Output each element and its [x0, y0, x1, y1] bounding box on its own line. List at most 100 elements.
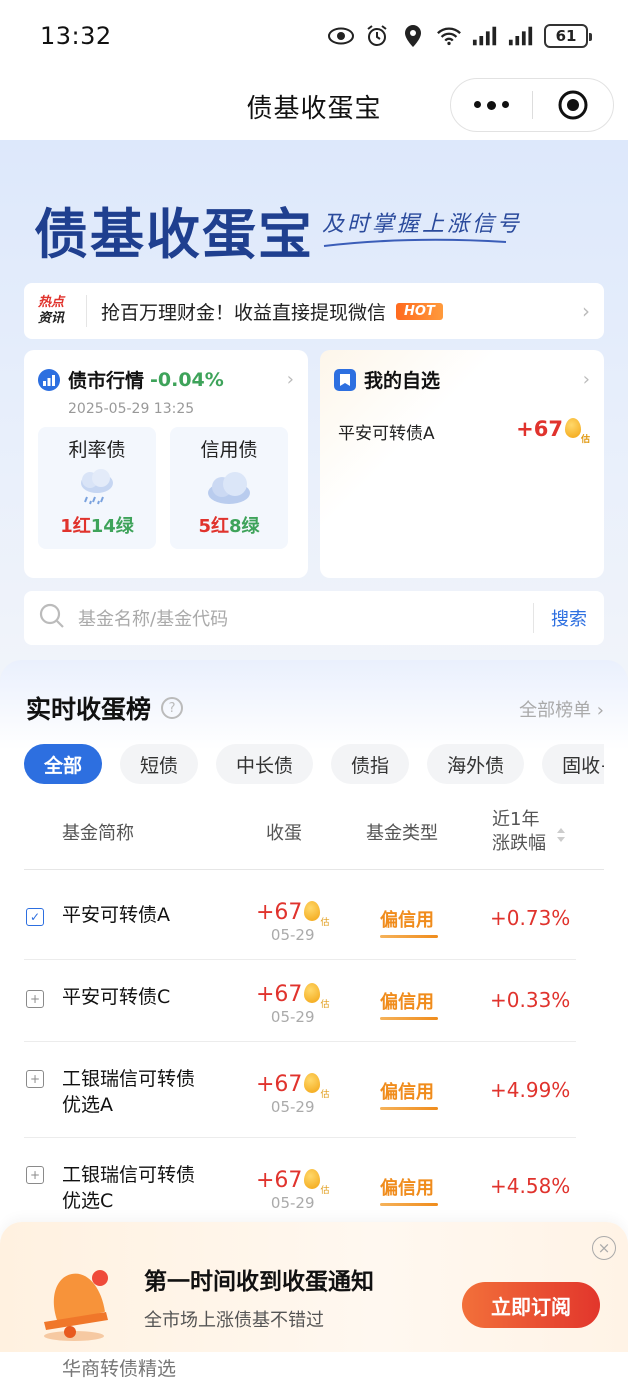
- news-divider: [86, 295, 87, 327]
- hot-news-tag: 热点 资讯: [38, 295, 78, 327]
- wifi-icon: [436, 23, 462, 49]
- bond-box-name: 利率债: [68, 439, 126, 461]
- egg-icon: [304, 901, 321, 921]
- plus-icon[interactable]: +: [26, 990, 44, 1008]
- favorite-item[interactable]: 平安可转债A +67 估: [320, 393, 604, 445]
- close-icon[interactable]: ×: [592, 1236, 616, 1260]
- egg-value: +67: [256, 900, 303, 925]
- news-tag-line1: 热点: [38, 295, 65, 310]
- change-percent: +0.73%: [490, 906, 571, 930]
- green-count: 14绿: [90, 516, 134, 537]
- news-text: 抢百万理财金！收益直接提现微信: [101, 301, 387, 324]
- fund-type: 偏信用: [380, 988, 438, 1020]
- bond-box-name: 信用债: [200, 439, 258, 461]
- table-row[interactable]: ✓ 平安可转债A +67 估 05-29 偏信用 +0.73%: [24, 878, 576, 960]
- fund-type: 偏信用: [380, 906, 438, 938]
- tab-fixed-income-plus[interactable]: 固收+: [542, 744, 604, 784]
- table-row[interactable]: + 平安可转债C +67 估 05-29 偏信用 +0.33%: [24, 960, 576, 1042]
- column-name: 基金简称: [62, 823, 134, 844]
- banner-title: 第一时间收到收蛋通知: [144, 1269, 374, 1295]
- table-row[interactable]: + 工银瑞信可转债优选A +67 估 05-29 偏信用 +4.99%: [24, 1042, 576, 1138]
- all-rankings-label: 全部榜单: [519, 700, 592, 721]
- eye-icon: [328, 23, 354, 49]
- fund-name: 华商转债精选: [62, 1358, 177, 1380]
- ranking-title: 实时收蛋榜: [26, 695, 152, 724]
- sort-icon[interactable]: [556, 826, 566, 844]
- estimate-mark: 估: [320, 1186, 330, 1196]
- red-count: 5红: [198, 516, 229, 537]
- egg-value: +67: [516, 417, 563, 441]
- egg-value: +67: [256, 1072, 303, 1097]
- checkbox-checked-icon[interactable]: ✓: [26, 908, 44, 926]
- plus-icon[interactable]: +: [26, 1070, 44, 1088]
- table-row-partial[interactable]: 华商转债精选: [0, 1352, 628, 1380]
- egg-cell: +67 估 05-29: [256, 1168, 329, 1212]
- chevron-right-icon: ›: [286, 369, 294, 390]
- hot-badge: HOT: [396, 302, 443, 320]
- egg-icon: [304, 1169, 321, 1189]
- egg-date: 05-29: [270, 1194, 315, 1212]
- fund-type: 偏信用: [380, 1078, 438, 1110]
- egg-cell: +67 估 05-29: [256, 982, 329, 1026]
- nav-bar: 债基收蛋宝: [0, 72, 628, 140]
- column-egg[interactable]: 收蛋: [266, 822, 302, 846]
- status-icons: 61: [328, 23, 592, 49]
- plus-icon[interactable]: +: [26, 1166, 44, 1184]
- egg-cell: +67 估 05-29: [256, 1072, 329, 1116]
- tab-overseas-bond[interactable]: 海外债: [427, 744, 525, 784]
- chart-icon: [38, 368, 60, 391]
- help-icon[interactable]: ?: [161, 697, 184, 719]
- egg-value: +67: [256, 982, 303, 1007]
- tab-short-bond[interactable]: 短债: [120, 744, 199, 784]
- column-change[interactable]: 近1年 涨跌幅: [492, 808, 546, 856]
- tab-bond-index[interactable]: 债指: [331, 744, 410, 784]
- rain-cloud-icon: [38, 462, 156, 512]
- news-tag-line2: 资讯: [38, 311, 65, 326]
- bond-market-card[interactable]: 债市行情 -0.04% › 2025-05-29 13:25 利率债 1红14绿…: [24, 350, 308, 578]
- signal-icon: [472, 23, 498, 49]
- favorites-card[interactable]: 我的自选 › 平安可转债A +67 估: [320, 350, 604, 578]
- news-bar[interactable]: 热点 资讯 抢百万理财金！收益直接提现微信 HOT ›: [24, 283, 604, 339]
- bookmark-icon: [334, 368, 356, 391]
- estimate-mark: 估: [580, 435, 590, 445]
- subscribe-banner: 第一时间收到收蛋通知 全市场上涨债基不错过 立即订阅 ×: [0, 1222, 628, 1352]
- close-miniprogram-icon[interactable]: [533, 89, 614, 121]
- egg-cell: +67 估 05-29: [256, 900, 329, 944]
- market-change: -0.04%: [150, 368, 224, 391]
- all-rankings-link[interactable]: 全部榜单 ›: [519, 696, 604, 722]
- category-tabs: 全部 短债 中长债 债指 海外债 固收+: [24, 744, 604, 784]
- change-percent: +4.99%: [490, 1078, 571, 1102]
- egg-date: 05-29: [270, 1008, 315, 1026]
- search-input[interactable]: 基金名称/基金代码: [78, 605, 228, 631]
- hero-logo: 债基收蛋宝: [34, 203, 314, 266]
- egg-icon: [564, 418, 581, 438]
- search-button[interactable]: 搜索: [534, 605, 604, 631]
- egg-icon: [304, 1073, 321, 1093]
- column-change-line2: 涨跌幅: [492, 833, 546, 854]
- miniprogram-capsule: [450, 78, 614, 132]
- battery-indicator: 61: [544, 24, 592, 48]
- market-time: 2025-05-29 13:25: [68, 401, 195, 417]
- egg-date: 05-29: [270, 1098, 315, 1116]
- subscribe-button[interactable]: 立即订阅: [462, 1282, 600, 1328]
- tab-mid-long-bond[interactable]: 中长债: [216, 744, 314, 784]
- tab-all[interactable]: 全部: [24, 744, 103, 784]
- banner-subtitle: 全市场上涨债基不错过: [144, 1310, 324, 1331]
- more-icon[interactable]: [451, 100, 532, 110]
- search-bar: 基金名称/基金代码 搜索: [24, 591, 604, 645]
- credit-bond-box[interactable]: 信用债 5红8绿: [170, 427, 288, 549]
- estimate-mark: 估: [320, 1090, 330, 1100]
- page-title: 债基收蛋宝: [246, 93, 382, 124]
- cloud-icon: [170, 462, 288, 512]
- favorite-name: 平安可转债A: [338, 423, 435, 444]
- change-percent: +0.33%: [490, 988, 571, 1012]
- slogan-underline: [323, 238, 507, 247]
- egg-value: +67: [256, 1168, 303, 1193]
- signal-icon-2: [508, 23, 534, 49]
- table-row[interactable]: + 工银瑞信可转债优选C +67 估 05-29 偏信用 +4.58%: [24, 1138, 576, 1234]
- rate-bond-box[interactable]: 利率债 1红14绿: [38, 427, 156, 549]
- table-header: 基金简称 收蛋 基金类型 近1年 涨跌幅: [24, 808, 604, 870]
- search-icon: [38, 602, 66, 634]
- estimate-mark: 估: [320, 1000, 330, 1010]
- bell-icon: [44, 1270, 108, 1341]
